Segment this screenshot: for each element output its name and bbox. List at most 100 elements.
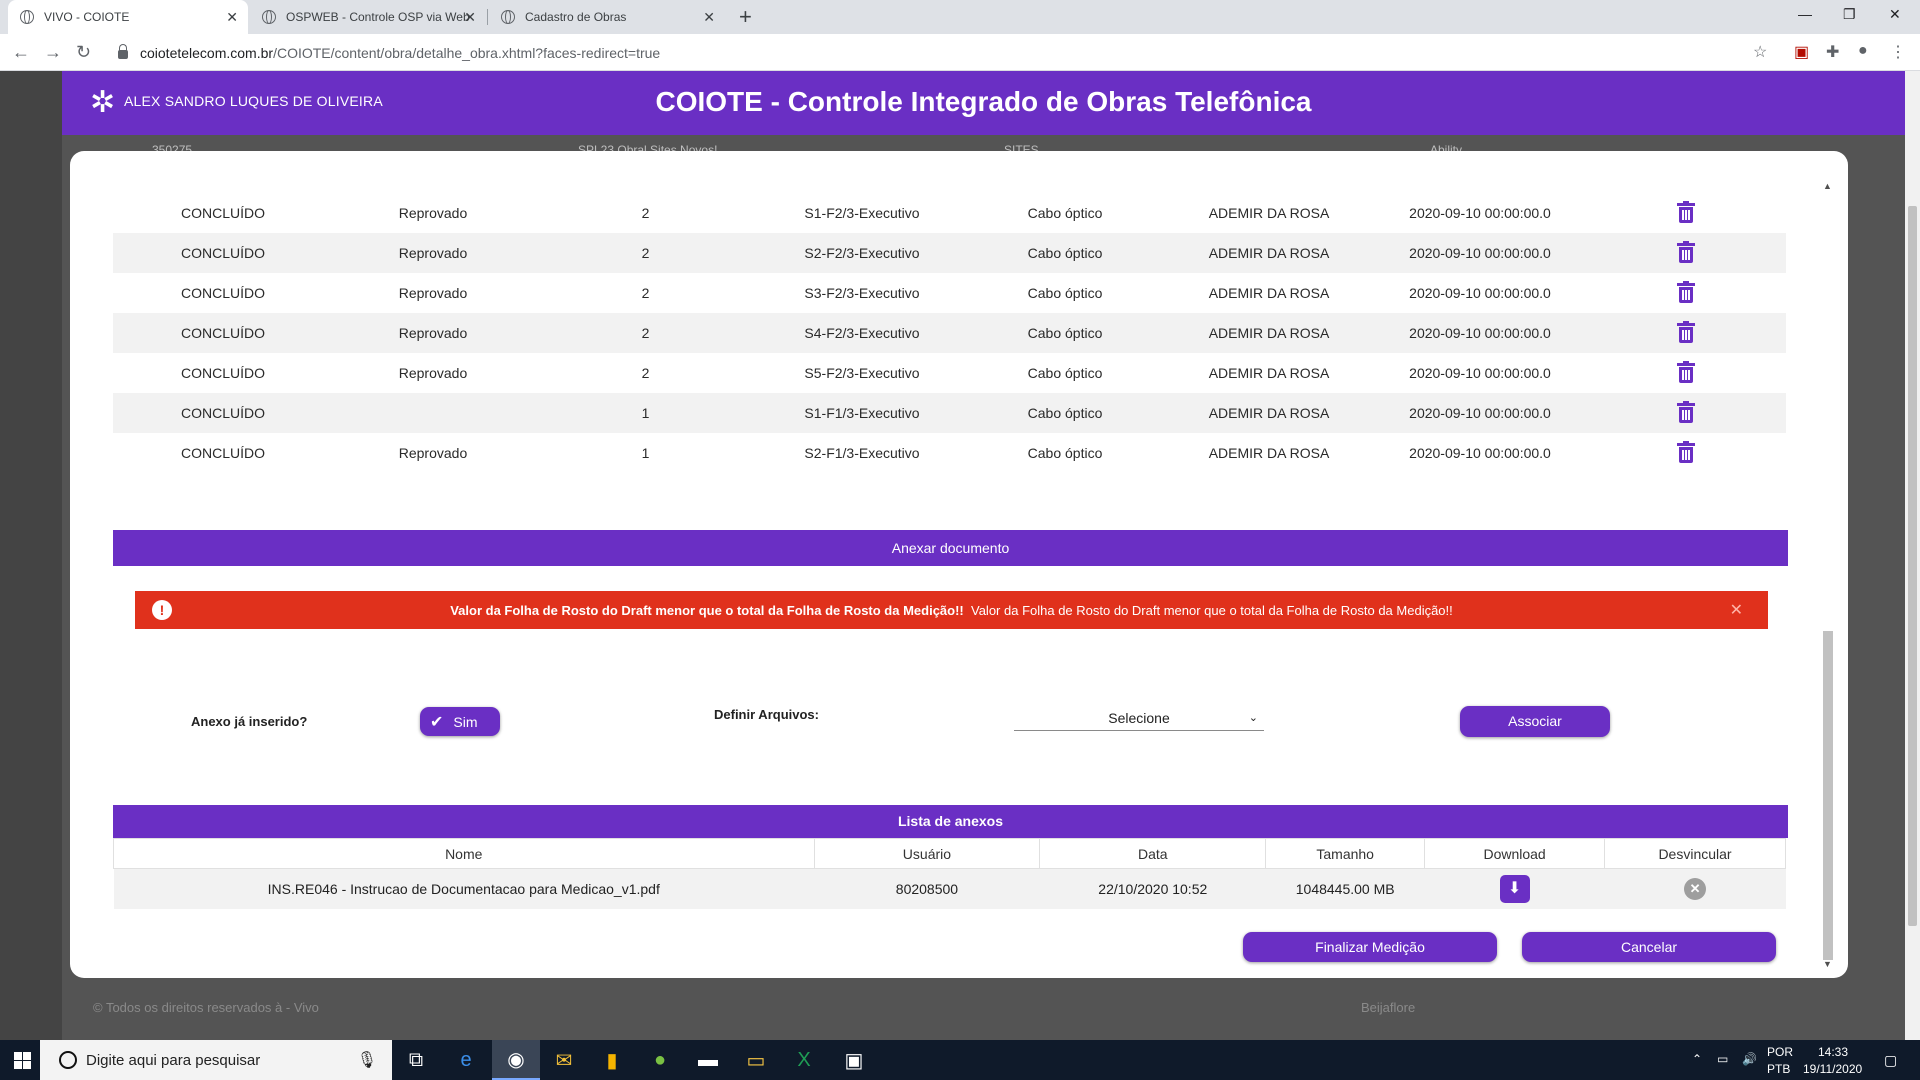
close-alert-icon[interactable]: ✕ bbox=[1730, 600, 1743, 620]
bookmark-star-icon[interactable]: ☆ bbox=[1753, 42, 1767, 62]
attachment-date: 22/10/2020 10:52 bbox=[1039, 868, 1266, 909]
finish-measurement-button[interactable]: Finalizar Medição bbox=[1243, 932, 1497, 962]
filezilla-icon[interactable]: ▬ bbox=[684, 1040, 732, 1080]
language-code[interactable]: POR bbox=[1767, 1045, 1793, 1059]
page-scrollbar[interactable] bbox=[1905, 71, 1920, 1040]
acrobat-extension-icon[interactable]: ▣ bbox=[1794, 42, 1809, 62]
photos-icon[interactable]: ▣ bbox=[830, 1040, 878, 1080]
cell-status: CONCLUÍDO bbox=[180, 365, 265, 381]
tray-chevron-icon[interactable]: ⌃ bbox=[1692, 1052, 1702, 1066]
cancel-button[interactable]: Cancelar bbox=[1522, 932, 1776, 962]
attachment-row: INS.RE046 - Instrucao de Documentacao pa… bbox=[113, 868, 1786, 909]
trash-icon[interactable] bbox=[1677, 200, 1695, 223]
cell-user: ADEMIR DA ROSA bbox=[1164, 393, 1374, 433]
microphone-icon[interactable]: 🎙 bbox=[357, 1050, 377, 1070]
column-header: Data bbox=[1039, 838, 1267, 869]
restore-icon[interactable]: ❐ bbox=[1843, 6, 1856, 23]
clock-time[interactable]: 14:33 bbox=[1818, 1045, 1848, 1059]
cell-status: CONCLUÍDO bbox=[113, 313, 333, 353]
extensions-icon[interactable]: ✚ bbox=[1826, 42, 1839, 62]
tab-ospweb[interactable]: OSPWEB - Controle OSP via Web ✕ bbox=[250, 0, 486, 34]
trash-icon[interactable] bbox=[1677, 280, 1695, 303]
cortana-icon bbox=[59, 1051, 77, 1069]
measurement-table: CONCLUÍDO Reprovado 2 S1-F2/3-Executivo Cabo… bbox=[113, 193, 1786, 473]
excel-icon[interactable]: X bbox=[780, 1040, 828, 1080]
attachments-list-header: Lista de anexos bbox=[113, 805, 1788, 838]
close-tab-icon[interactable]: ✕ bbox=[226, 9, 238, 26]
task-view-icon[interactable]: ⧉ bbox=[392, 1040, 440, 1080]
scroll-down-icon[interactable]: ▼ bbox=[1823, 959, 1832, 969]
edge-icon[interactable]: e bbox=[442, 1040, 490, 1080]
associate-button[interactable]: Associar bbox=[1460, 706, 1610, 737]
attachment-unlink-cell: ✕ bbox=[1604, 868, 1786, 909]
cell-version: 1 bbox=[533, 393, 758, 433]
alert-summary: Valor da Folha de Rosto do Draft menor q… bbox=[450, 602, 964, 618]
menu-icon[interactable]: ⋮ bbox=[1890, 42, 1906, 62]
trash-icon[interactable] bbox=[1677, 240, 1695, 263]
cell-date: 2020-09-10 00:00:00.0 bbox=[1409, 205, 1551, 221]
powerbi-icon[interactable]: ▮ bbox=[588, 1040, 636, 1080]
address-bar[interactable]: coiotetelecom.com.br/COIOTE/content/obra… bbox=[108, 38, 1778, 67]
tab-cadastro-obras[interactable]: Cadastro de Obras ✕ bbox=[489, 0, 725, 34]
table-row: CONCLUÍDO 1 S1-F1/3-Executivo Cabo óptico AD… bbox=[113, 393, 1786, 433]
cell-user: ADEMIR DA ROSA bbox=[1208, 205, 1330, 221]
cell-version: 2 bbox=[641, 285, 650, 301]
page-left-gutter bbox=[0, 71, 62, 1040]
cell-status: CONCLUÍDO bbox=[180, 205, 265, 221]
cell-status: CONCLUÍDO bbox=[180, 445, 265, 461]
app-header: ✲ ALEX SANDRO LUQUES DE OLIVEIRA COIOTE … bbox=[62, 71, 1905, 135]
column-header: Usuário bbox=[813, 838, 1041, 869]
volume-icon[interactable]: 🔊 bbox=[1742, 1052, 1757, 1066]
tab-vivo-coiote[interactable]: VIVO - COIOTE ✕ bbox=[8, 0, 248, 34]
clock-date[interactable]: 19/11/2020 bbox=[1803, 1062, 1862, 1076]
forward-icon[interactable]: → bbox=[44, 42, 62, 63]
profile-icon[interactable]: ● bbox=[1858, 42, 1868, 60]
table-row: CONCLUÍDO Reprovado 2 S1-F2/3-Executivo Cabo… bbox=[113, 193, 1786, 233]
network-icon[interactable]: ▭ bbox=[1717, 1052, 1728, 1066]
new-tab-button[interactable]: + bbox=[739, 4, 752, 30]
footer-copyright: © Todos os direitos reservados à - Vivo bbox=[93, 1000, 319, 1015]
windows-taskbar: Digite aqui para pesquisar 🎙 ⧉ e ◉ ✉ ▮ ●… bbox=[0, 1040, 1920, 1080]
close-tab-icon[interactable]: ✕ bbox=[464, 9, 476, 26]
minimize-icon[interactable]: — bbox=[1798, 6, 1812, 22]
modal-scrollbar-thumb[interactable] bbox=[1823, 631, 1833, 960]
cell-user: ADEMIR DA ROSA bbox=[1208, 285, 1330, 301]
table-row: CONCLUÍDO Reprovado 2 S4-F2/3-Executivo Cabo… bbox=[113, 313, 1786, 353]
taskbar-search[interactable]: Digite aqui para pesquisar 🎙 bbox=[40, 1040, 392, 1080]
cell-status: CONCLUÍDO bbox=[113, 393, 333, 433]
download-icon[interactable]: ⬇ bbox=[1499, 874, 1530, 903]
trash-icon[interactable] bbox=[1677, 320, 1695, 343]
file-explorer-icon[interactable]: ▭ bbox=[732, 1040, 780, 1080]
cell-user: ADEMIR DA ROSA bbox=[1164, 313, 1374, 353]
cell-type: Cabo óptico bbox=[1027, 205, 1103, 221]
already-inserted-label: Anexo já inserido? bbox=[191, 714, 308, 729]
trash-icon[interactable] bbox=[1677, 360, 1695, 383]
reload-icon[interactable]: ↻ bbox=[76, 42, 91, 63]
cell-delete bbox=[1586, 353, 1786, 393]
app-green-icon[interactable]: ● bbox=[636, 1040, 684, 1080]
mail-app-icon[interactable]: ✉ bbox=[540, 1040, 588, 1080]
cell-result bbox=[333, 393, 533, 433]
trash-icon[interactable] bbox=[1677, 440, 1695, 463]
cell-date: 2020-09-10 00:00:00.0 bbox=[1374, 233, 1586, 273]
keyboard-layout[interactable]: PTB bbox=[1767, 1062, 1790, 1076]
chrome-icon[interactable]: ◉ bbox=[492, 1040, 540, 1080]
page-scrollbar-thumb[interactable] bbox=[1908, 206, 1917, 926]
already-inserted-toggle[interactable]: ✔ Sim bbox=[420, 707, 500, 736]
windows-start-icon[interactable] bbox=[14, 1052, 31, 1069]
back-icon[interactable]: ← bbox=[12, 42, 30, 63]
cell-phase: S2-F1/3-Executivo bbox=[804, 445, 920, 461]
notifications-icon[interactable]: ▢ bbox=[1884, 1052, 1897, 1069]
close-window-icon[interactable]: ✕ bbox=[1889, 6, 1901, 23]
browser-tab-strip: VIVO - COIOTE ✕ OSPWEB - Controle OSP vi… bbox=[0, 0, 1920, 34]
scroll-up-icon[interactable]: ▲ bbox=[1823, 181, 1832, 191]
define-files-select[interactable]: Selecione ⌄ bbox=[1014, 706, 1264, 731]
unlink-icon[interactable]: ✕ bbox=[1684, 877, 1707, 900]
globe-icon bbox=[262, 10, 276, 24]
cell-result: Reprovado bbox=[398, 285, 468, 301]
cell-result: Reprovado bbox=[398, 365, 468, 381]
close-tab-icon[interactable]: ✕ bbox=[703, 9, 715, 26]
modal-scrollbar[interactable]: ▲ ▼ bbox=[1821, 181, 1835, 971]
cell-version: 1 bbox=[641, 445, 650, 461]
trash-icon[interactable] bbox=[1677, 400, 1695, 423]
